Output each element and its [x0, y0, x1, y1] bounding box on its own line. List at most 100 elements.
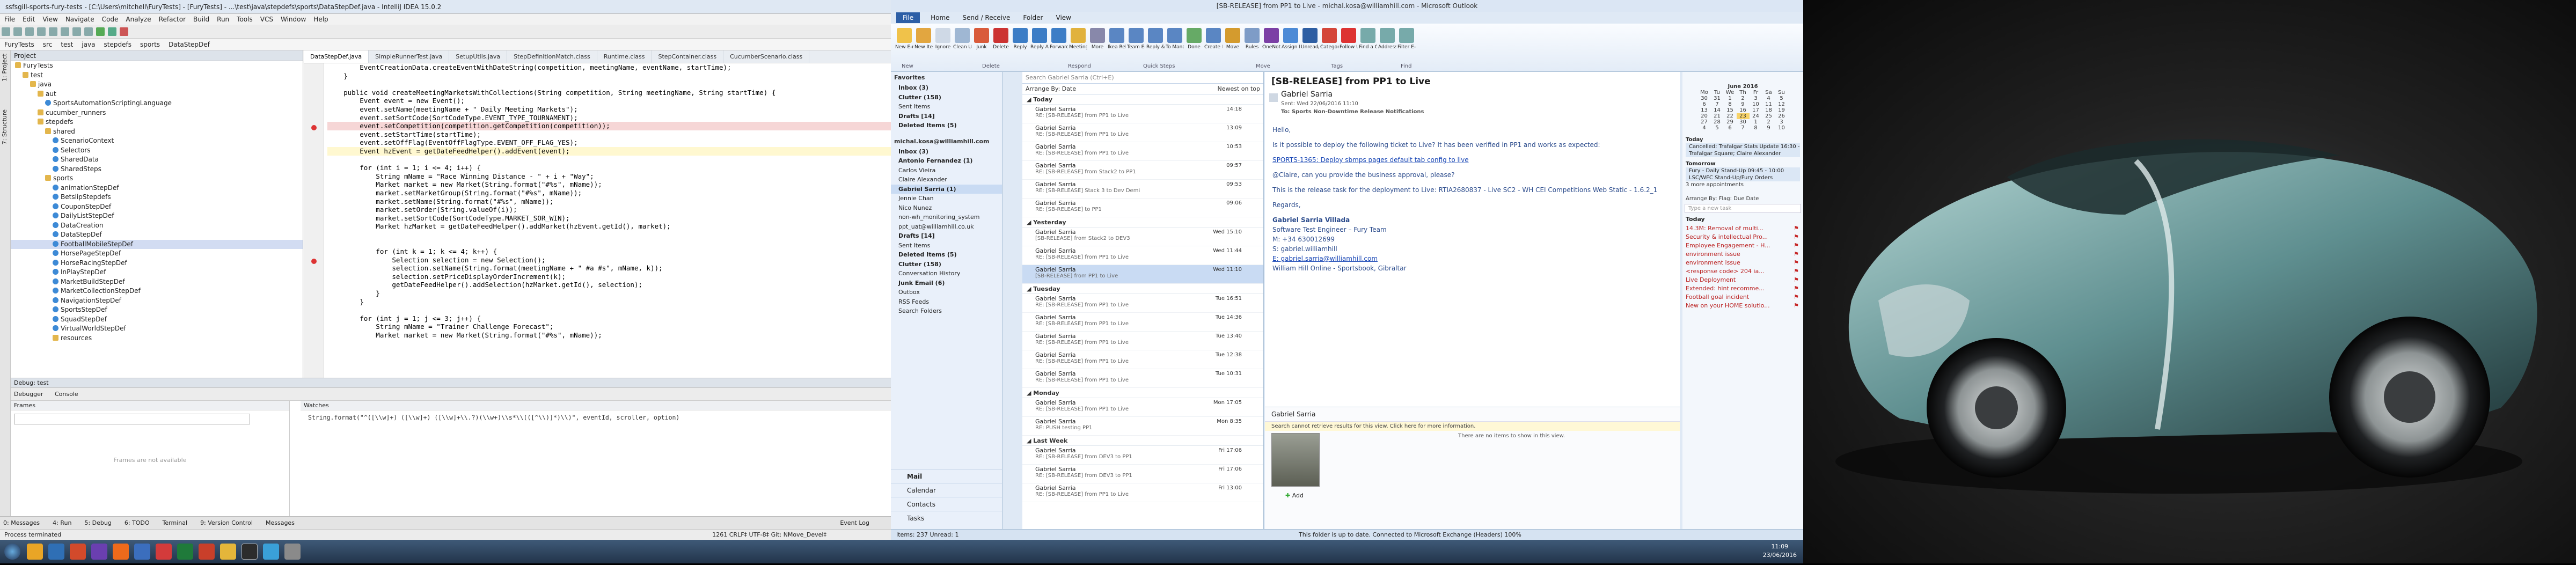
ribbon-button-unread-read[interactable]: Unread/ Read — [1301, 28, 1319, 50]
tree-item[interactable]: VirtualWorldStepDef — [11, 324, 303, 334]
folder-item[interactable]: Jennie Chan — [891, 194, 1002, 203]
appointment-item[interactable]: 3 more appointments — [1682, 181, 1803, 188]
tree-item[interactable]: CouponStepDef — [11, 202, 303, 212]
tree-item[interactable]: SharedData — [11, 155, 303, 165]
calendar-day[interactable]: 2 — [1737, 96, 1750, 101]
tree-item[interactable]: resources — [11, 334, 303, 343]
save-icon[interactable] — [13, 27, 22, 36]
menu-item-refactor[interactable]: Refactor — [159, 16, 186, 23]
task-item[interactable]: environment issue ⚑ — [1682, 259, 1803, 267]
account-header[interactable]: michal.kosa@williamhill.com — [891, 136, 1002, 147]
message-row[interactable]: Gabriel Sarria RE: [SB-RELEASE] Stack 3 t… — [1022, 180, 1263, 199]
appointment-item[interactable]: Trafalgar Square; Claire Alexander — [1686, 150, 1800, 157]
open-icon[interactable] — [2, 27, 10, 36]
message-row[interactable]: Gabriel Sarria RE: [SB-RELEASE] from PP1 … — [1022, 332, 1263, 350]
calendar-day[interactable]: 30 — [1737, 119, 1750, 125]
favorite-folder[interactable]: Deleted Items (5) — [891, 121, 1002, 130]
ribbon-button-reply[interactable]: Reply — [1011, 28, 1029, 50]
calendar-day[interactable]: 9 — [1762, 125, 1775, 131]
task-item[interactable]: Security & intellectual Pro... ⚑ — [1682, 233, 1803, 241]
calendar-day[interactable]: 19 — [1775, 107, 1788, 113]
flag-icon[interactable]: ⚑ — [1794, 241, 1799, 250]
folder-item[interactable]: Carlos Vieira — [891, 166, 1002, 175]
ribbon-button-find-a-contact[interactable]: Find a Contact — [1359, 28, 1377, 50]
watch-expression[interactable]: String.format("^([\\w]+) ([\\w]+) ([\\w]… — [301, 410, 891, 424]
calendar-day[interactable]: 25 — [1762, 113, 1775, 119]
flag-icon[interactable]: ⚑ — [1794, 302, 1799, 310]
breadcrumb-item[interactable]: sports — [140, 41, 160, 48]
tree-item[interactable]: ScenarioContext — [11, 136, 303, 146]
appointment-item[interactable]: Tomorrow — [1682, 160, 1803, 167]
event-log-tab[interactable]: Event Log — [840, 519, 869, 526]
debug-icon[interactable] — [108, 27, 116, 36]
editor-tab[interactable]: SetupUtils.java — [449, 50, 508, 63]
task-item[interactable]: Live Deployment ⚑ — [1682, 276, 1803, 284]
ribbon-button-filter-e-mail[interactable]: Filter E-mail — [1397, 28, 1416, 50]
editor-tab[interactable]: StepContainer.class — [652, 50, 724, 63]
breadcrumb-item[interactable]: src — [43, 41, 53, 48]
tree-item[interactable]: java — [11, 80, 303, 90]
ribbon-tab-sendreceive[interactable]: Send / Receive — [963, 14, 1011, 21]
calendar-day[interactable]: 6 — [1698, 101, 1711, 107]
ribbon-button-ignore[interactable]: Ignore — [934, 28, 952, 50]
message-row[interactable]: Gabriel Sarria RE: [SB-RELEASE] from DEV3… — [1022, 465, 1263, 483]
folder-item[interactable]: Sent Items — [891, 241, 1002, 251]
explorer-icon[interactable] — [27, 544, 43, 560]
calendar-day[interactable]: 24 — [1750, 113, 1762, 119]
calendar-day[interactable]: 5 — [1711, 125, 1724, 131]
calendar-day[interactable]: 8 — [1750, 125, 1762, 131]
start-button-icon[interactable] — [4, 544, 20, 560]
calendar-day[interactable]: 7 — [1737, 125, 1750, 131]
breakpoint-icon[interactable] — [311, 125, 317, 130]
task-item[interactable]: New on your HOME solutio... ⚑ — [1682, 302, 1803, 310]
calendar-day[interactable]: 5 — [1775, 96, 1788, 101]
folder-item[interactable]: Junk Email (6) — [891, 278, 1002, 288]
message-row[interactable]: Gabriel Sarria RE: [SB-RELEASE] from PP1 … — [1022, 483, 1263, 502]
ie-icon[interactable] — [48, 544, 64, 560]
appointment-item[interactable]: LSC/WFC Stand-Up/Fury Orders — [1686, 174, 1800, 181]
calendar-day[interactable]: 13 — [1698, 107, 1711, 113]
folder-item[interactable]: Clutter (158) — [891, 260, 1002, 269]
tool-tab[interactable]: 6: TODO — [125, 519, 150, 526]
favorite-folder[interactable]: Sent Items — [891, 102, 1002, 112]
intellij-icon[interactable] — [241, 544, 258, 560]
paste-icon[interactable] — [84, 27, 93, 36]
appointment-item[interactable]: Cancelled: Trafalgar Stats Update 16:30 … — [1686, 143, 1800, 150]
message-group-header[interactable]: ◢ Tuesday — [1022, 284, 1263, 294]
calendar-day[interactable]: 22 — [1724, 113, 1737, 119]
tree-item[interactable]: SquadStepDef — [11, 315, 303, 325]
menu-item-help[interactable]: Help — [313, 16, 328, 23]
code-editor[interactable]: DataStepDef.java SimpleRunnerTest.java Set… — [304, 50, 891, 378]
appointment-item[interactable]: Today — [1682, 136, 1803, 143]
tree-item[interactable]: FuryTests — [11, 61, 303, 71]
breadcrumb-item[interactable]: DataStepDef — [169, 41, 210, 48]
new-task-input[interactable]: Type a new task — [1685, 204, 1801, 213]
tree-item[interactable]: sports — [11, 174, 303, 184]
tree-item[interactable]: DataCreation — [11, 221, 303, 231]
message-group-header[interactable]: ◢ Monday — [1022, 388, 1263, 398]
calendar-day[interactable]: 12 — [1775, 101, 1788, 107]
breadcrumb-item[interactable]: FuryTests — [4, 41, 34, 48]
editor-tab[interactable]: Runtime.class — [597, 50, 652, 63]
message-row[interactable]: Gabriel Sarria RE: [SB-RELEASE] from PP1 … — [1022, 398, 1263, 417]
ribbon-button-new-items[interactable]: New Items — [914, 28, 933, 50]
ribbon-button-create-new[interactable]: Create New — [1204, 28, 1223, 50]
flag-icon[interactable]: ⚑ — [1794, 250, 1799, 259]
ribbon-tab-view[interactable]: View — [1056, 14, 1071, 21]
calendar-day[interactable]: 4 — [1762, 96, 1775, 101]
tree-item[interactable]: InPlayStepDef — [11, 268, 303, 277]
editor-tab[interactable]: StepDefinitionMatch.class — [507, 50, 597, 63]
menu-item-build[interactable]: Build — [193, 16, 209, 23]
calendar-day[interactable]: 29 — [1724, 119, 1737, 125]
calendar-day[interactable]: 21 — [1711, 113, 1724, 119]
menu-item-file[interactable]: File — [4, 16, 15, 23]
undo-icon[interactable] — [37, 27, 46, 36]
add-contact-button[interactable]: ✚ Add — [1285, 492, 1304, 499]
task-item[interactable]: Football goal incident ⚑ — [1682, 293, 1803, 302]
copy-icon[interactable] — [72, 27, 81, 36]
calendar-day[interactable]: 20 — [1698, 113, 1711, 119]
message-row[interactable]: Gabriel Sarria RE: [SB-RELEASE] from DEV3… — [1022, 446, 1263, 465]
system-clock[interactable]: 11:09 23/06/2016 — [1763, 542, 1797, 560]
folder-item[interactable]: ppt_uat@williamhill.co.uk — [891, 222, 1002, 232]
calendar-day[interactable]: 4 — [1698, 125, 1711, 131]
